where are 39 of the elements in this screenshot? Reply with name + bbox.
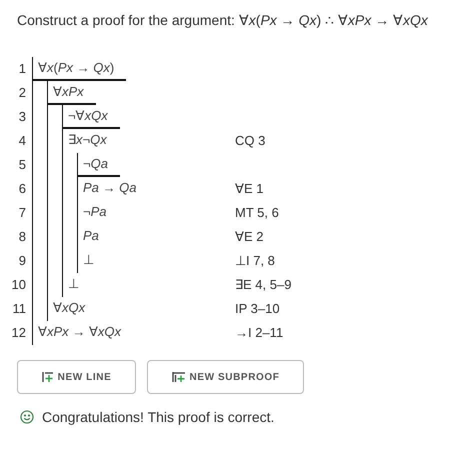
smiley-icon	[20, 410, 34, 424]
line-number: 9	[18, 252, 27, 270]
justification[interactable]: ∀E 1	[235, 177, 264, 201]
formula[interactable]: Pa → Qa	[78, 177, 148, 199]
formula[interactable]: Pa	[78, 225, 111, 247]
justification[interactable]: ∃E 4, 5–9	[235, 273, 292, 297]
formula[interactable]: ¬Pa	[78, 201, 118, 223]
formula[interactable]: ¬∀xQx	[63, 105, 120, 129]
justification[interactable]: →I 2–11	[235, 321, 284, 345]
line-number: 11	[12, 300, 27, 318]
line-number: 12	[10, 324, 27, 342]
justification[interactable]: IP 3–10	[235, 297, 280, 321]
formula[interactable]: ∀xPx	[48, 81, 96, 105]
line-number: 8	[18, 228, 27, 246]
justification[interactable]: ∀E 2	[235, 225, 264, 249]
line-number: 6	[18, 180, 27, 198]
line-number: 5	[18, 156, 27, 174]
line-number: 7	[18, 204, 27, 222]
add-line-icon	[42, 371, 54, 383]
new-line-button[interactable]: NEW LINE	[17, 360, 136, 394]
line-number: 4	[18, 132, 27, 150]
formula[interactable]: ¬Qa	[78, 153, 120, 177]
add-subproof-icon	[172, 371, 186, 383]
formula[interactable]: ∀xQx	[48, 297, 98, 319]
formula[interactable]: ∃x¬Qx	[63, 129, 119, 151]
justification[interactable]: CQ 3	[235, 129, 266, 153]
formula[interactable]: ∀xPx → ∀xQx	[33, 321, 134, 343]
line-number: 1	[18, 60, 27, 78]
line-number: 10	[10, 276, 27, 294]
formula[interactable]: ∀x(Px → Qx)	[33, 57, 126, 81]
justification[interactable]: ⊥I 7, 8	[235, 249, 275, 273]
formula[interactable]: ⊥	[78, 249, 106, 271]
success-message: Congratulations! This proof is correct.	[42, 409, 274, 425]
line-number: 3	[18, 108, 27, 126]
justification[interactable]: MT 5, 6	[235, 201, 279, 225]
new-subproof-button[interactable]: NEW SUBPROOF	[147, 360, 304, 394]
line-number: 2	[18, 84, 27, 102]
proof-prompt: Construct a proof for the argument: ∀x(Px → Qx) ∴ ∀xPx → ∀xQx	[17, 11, 430, 30]
formula[interactable]: ⊥	[63, 273, 91, 295]
